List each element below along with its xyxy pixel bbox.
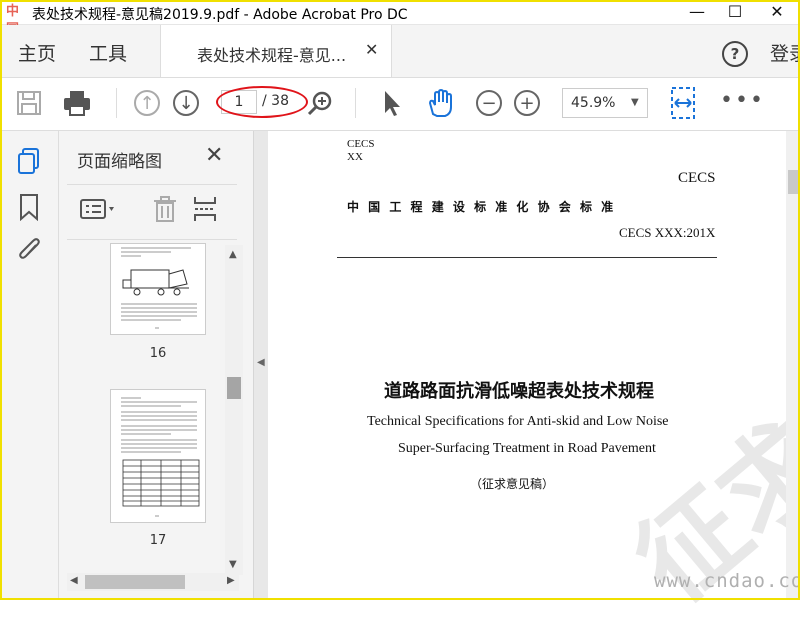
tab-document[interactable]: 表处技术规程-意见... ✕	[160, 25, 392, 77]
save-icon[interactable]	[14, 88, 44, 118]
maximize-icon[interactable]: ☐	[716, 0, 754, 24]
thumbnail-page-label: 17	[149, 533, 167, 548]
window-title: 表处技术规程-意见稿2019.9.pdf - Adobe Acrobat Pro…	[32, 7, 408, 23]
zoom-out-icon[interactable]: −	[476, 90, 502, 116]
thumbnail-page-label: 16	[149, 346, 167, 361]
next-page-icon[interactable]: ↓	[173, 90, 199, 116]
fit-page-icon[interactable]	[668, 86, 698, 119]
insert-page-icon[interactable]	[191, 195, 221, 227]
minimize-icon[interactable]: —	[678, 0, 716, 24]
chevron-down-icon: ▼	[631, 97, 639, 108]
login-link[interactable]: 登录	[770, 39, 800, 66]
tab-bar: 主页 工具 表处技术规程-意见... ✕ ? 登录	[0, 25, 800, 78]
document-scrollbar[interactable]	[786, 131, 800, 600]
corner-code-secondary: XX	[347, 151, 363, 163]
zoom-in-icon[interactable]: +	[514, 90, 540, 116]
page-thumbnails-icon[interactable]	[16, 147, 42, 179]
attachment-icon[interactable]	[16, 235, 42, 269]
title-bar: 中国 表处技术规程-意见稿2019.9.pdf - Adobe Acrobat …	[0, 0, 800, 37]
scrollbar-thumb[interactable]	[227, 377, 241, 399]
collapse-panel-icon[interactable]: ◀	[257, 357, 265, 368]
tab-tools[interactable]: 工具	[89, 39, 127, 66]
previous-page-icon[interactable]: ↑	[134, 90, 160, 116]
divider	[67, 239, 237, 240]
scrollbar-thumb[interactable]	[788, 170, 798, 194]
document-title-en-line2: Super-Surfacing Treatment in Road Paveme…	[398, 441, 656, 456]
bookmark-icon[interactable]	[18, 193, 40, 225]
document-title-en-line1: Technical Specifications for Anti-skid a…	[367, 414, 669, 429]
draft-note: （征求意见稿）	[470, 477, 555, 491]
scrollbar-thumb[interactable]	[85, 575, 185, 589]
help-icon[interactable]: ?	[722, 41, 748, 67]
header-rule	[337, 257, 717, 258]
document-tab-label: 表处技术规程-意见...	[197, 46, 347, 65]
document-view[interactable]: CECS XX CECS 中 国 工 程 建 设 标 准 化 协 会 标 准 C…	[268, 131, 800, 625]
page-thumbnail[interactable]	[110, 389, 206, 523]
tab-home[interactable]: 主页	[18, 39, 56, 66]
scroll-down-icon[interactable]: ▼	[229, 559, 237, 570]
scroll-left-icon[interactable]: ◀	[70, 575, 78, 586]
toolbar-separator	[355, 88, 356, 118]
vertical-scrollbar[interactable]: ▲ ▼	[225, 245, 243, 575]
zoom-select[interactable]: 45.9% ▼	[562, 88, 648, 118]
left-rail	[0, 131, 59, 600]
close-icon[interactable]: ✕	[205, 143, 223, 168]
print-icon[interactable]	[62, 88, 92, 118]
select-cursor-icon[interactable]	[378, 88, 408, 118]
app-logo-icon: 中国	[6, 4, 20, 37]
page-indicator-annotation	[216, 86, 308, 118]
panel-title: 页面缩略图	[77, 152, 162, 172]
toolbar: ↑ ↓ 1 / 38 − + 45.9% ▼ •••	[0, 78, 800, 131]
organization-code: CECS	[678, 170, 716, 186]
site-watermark: www.cndao.com	[654, 570, 800, 592]
page-thumbnail[interactable]	[110, 243, 206, 335]
toolbar-separator	[116, 88, 117, 118]
zoom-value: 45.9%	[571, 95, 616, 111]
close-icon[interactable]: ✕	[758, 0, 796, 24]
scroll-up-icon[interactable]: ▲	[229, 249, 237, 260]
delete-icon[interactable]	[151, 195, 179, 227]
corner-code: CECS	[347, 138, 375, 150]
scroll-right-icon[interactable]: ▶	[227, 575, 235, 586]
document-title-cn: 道路路面抗滑低噪超表处技术规程	[384, 381, 654, 402]
close-tab-icon[interactable]: ✕	[365, 40, 378, 59]
divider	[67, 184, 237, 185]
hand-tool-icon[interactable]	[425, 88, 455, 118]
standard-number: CECS XXX:201X	[619, 225, 716, 240]
organization-name: 中 国 工 程 建 设 标 准 化 协 会 标 准	[347, 200, 614, 214]
options-menu-icon[interactable]	[79, 197, 119, 225]
more-options-icon[interactable]: •••	[720, 88, 765, 113]
panel-splitter[interactable]: ◀	[253, 131, 269, 600]
thumbnail-panel: 页面缩略图 ✕ 16 17 ▲ ▼ ◀ ▶	[59, 131, 253, 600]
zoom-search-icon[interactable]	[306, 90, 336, 120]
